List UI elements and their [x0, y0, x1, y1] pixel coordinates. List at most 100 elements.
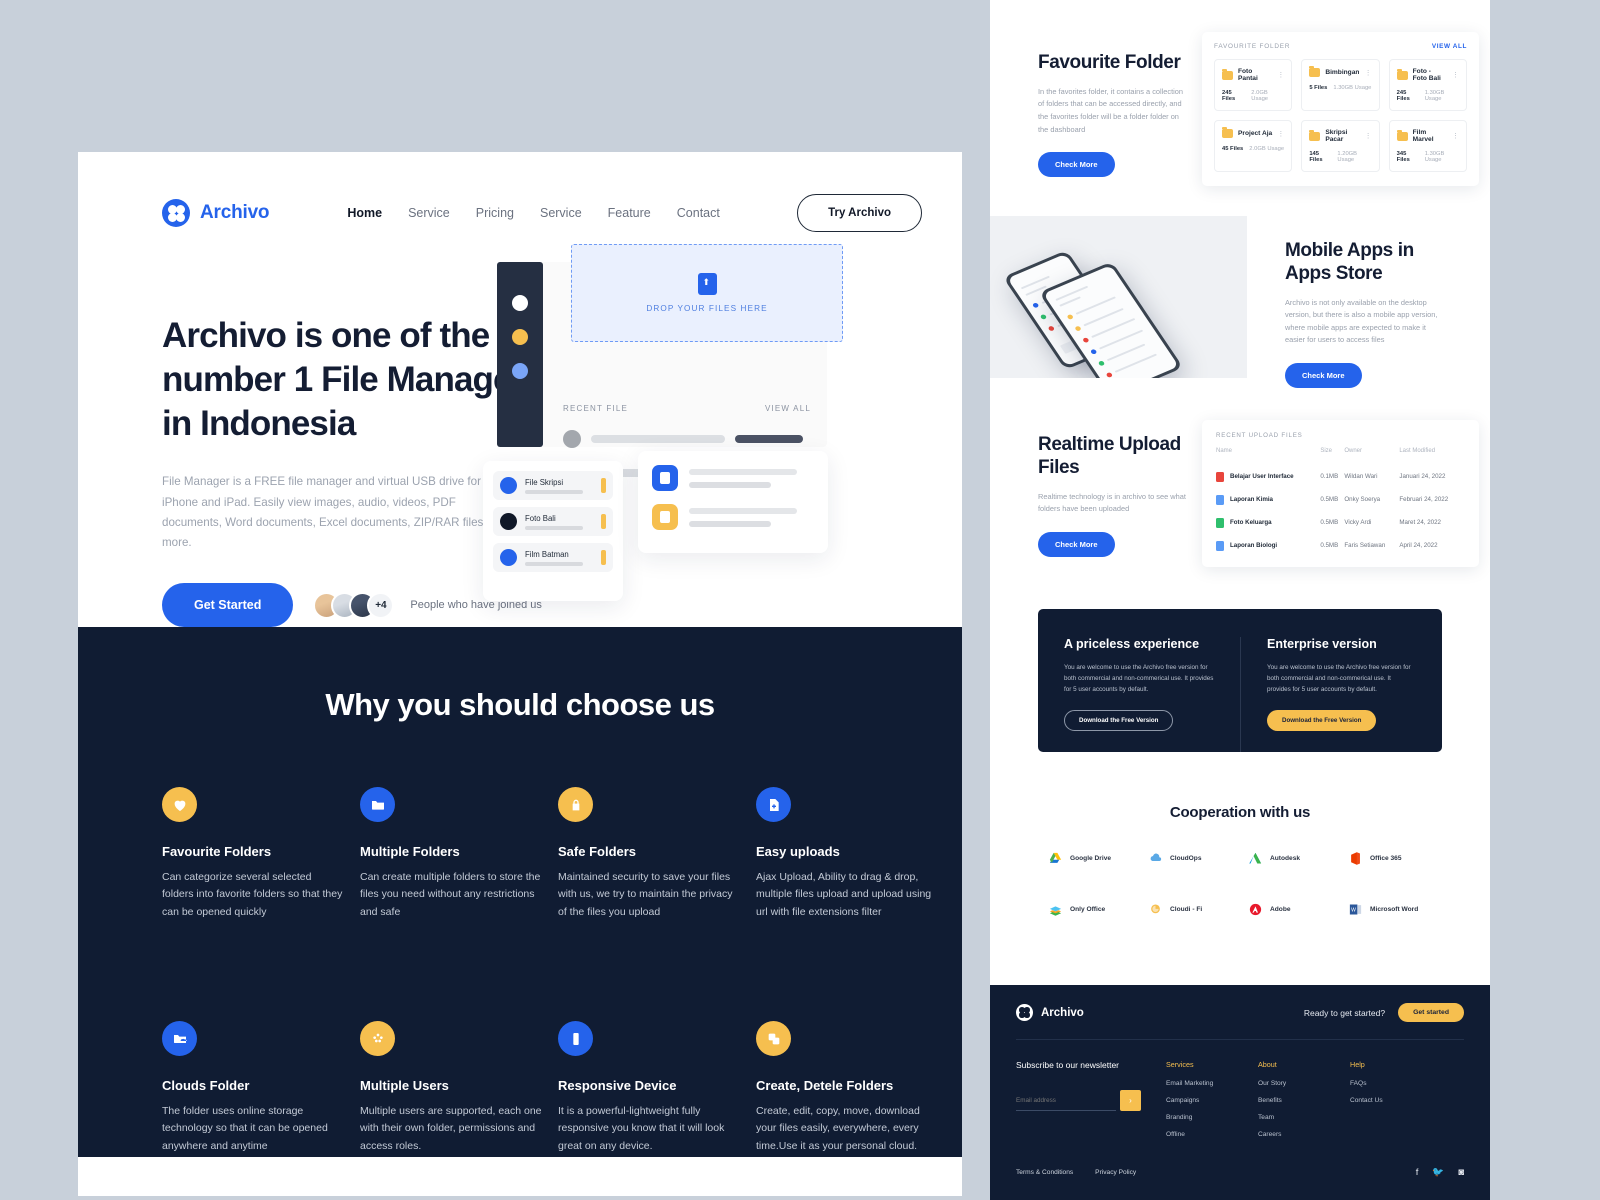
partner-name: Cloudi - Fi	[1170, 906, 1203, 913]
partner-autodesk[interactable]: Autodesk	[1240, 851, 1340, 866]
feature-card-create-delete-folders: Create, Detele Folders Create, edit, cop…	[756, 1021, 938, 1155]
recent-file-label: RECENT FILE	[563, 404, 629, 413]
more-options-icon[interactable]: ⋮	[1365, 132, 1372, 140]
nav-item-feature[interactable]: Feature	[608, 206, 651, 220]
footer-link[interactable]: Offline	[1166, 1131, 1258, 1138]
view-all-link[interactable]: VIEW ALL	[1432, 43, 1467, 50]
download-free-version-button[interactable]: Download the Free Version	[1064, 710, 1174, 732]
file-list-card: File Skripsi Foto Bali Film Batman	[483, 461, 623, 601]
email-field[interactable]	[1016, 1090, 1116, 1111]
nav-item-home[interactable]: Home	[347, 206, 382, 220]
feature-title: Favourite Folders	[162, 844, 272, 860]
newsletter-submit-button[interactable]: ›	[1120, 1089, 1141, 1111]
folder-card[interactable]: Skripsi Pacar ⋮ 145 Files 1.20GB Usage	[1301, 120, 1380, 172]
partner-cloudops[interactable]: CloudOps	[1140, 851, 1240, 866]
footer-link[interactable]: Benefits	[1258, 1097, 1350, 1104]
partner-adobe[interactable]: Adobe	[1240, 902, 1340, 917]
folder-card[interactable]: Film Marvel ⋮ 345 Files 1.30GB Usage	[1388, 120, 1467, 172]
hero-illustration: DROP YOUR FILES HERE RECENT FILE VIEW AL…	[483, 226, 883, 601]
more-options-icon[interactable]: ⋮	[1452, 71, 1459, 79]
folder-card[interactable]: Foto - Foto Bali ⋮ 245 Files 1.30GB Usag…	[1388, 59, 1467, 111]
check-more-button[interactable]: Check More	[1038, 531, 1115, 557]
feature-title: Multiple Users	[360, 1078, 449, 1094]
sidebar-dot-blue	[512, 363, 528, 379]
more-options-icon[interactable]: ⋮	[1277, 71, 1284, 79]
section-heading: Realtime Upload Files	[1038, 434, 1181, 478]
brand-logo[interactable]: Archivo	[162, 199, 270, 227]
partner-cloudi-fi[interactable]: Cloudi - Fi	[1140, 902, 1240, 917]
table-row[interactable]: Belajar User Interface 0.1MB Wildan Wari…	[1216, 465, 1465, 488]
footer-link[interactable]: Careers	[1258, 1131, 1350, 1138]
facebook-icon[interactable]: f	[1416, 1167, 1419, 1178]
privacy-link[interactable]: Privacy Policy	[1095, 1169, 1136, 1176]
folder-file-count: 145 Files	[1309, 151, 1323, 163]
more-options-icon[interactable]: ⋮	[1452, 132, 1459, 140]
check-more-button[interactable]: Check More	[1038, 152, 1115, 178]
table-row[interactable]: Foto Keluarga 0.5MB Vicky Ardi Maret 24,…	[1216, 511, 1465, 534]
list-item[interactable]: Foto Bali	[493, 507, 613, 536]
folder-card[interactable]: Project Aja ⋮ 45 Files 2.0GB Usage	[1214, 120, 1293, 172]
feature-description: Can categorize several selected folders …	[162, 871, 343, 918]
more-options-icon[interactable]: ⋮	[1365, 69, 1372, 77]
nav-item-pricing[interactable]: Pricing	[476, 206, 514, 220]
folder-icon	[1396, 68, 1408, 80]
terms-link[interactable]: Terms & Conditions	[1016, 1169, 1073, 1176]
file-type-icon	[1216, 471, 1224, 482]
folder-icon	[1309, 129, 1321, 141]
more-options-icon[interactable]: ⋮	[1277, 130, 1284, 138]
table-row[interactable]: Laporan Biologi 0.5MB Faris Setiawan Apr…	[1216, 534, 1465, 557]
download-free-version-button-enterprise[interactable]: Download the Free Version	[1267, 710, 1377, 732]
footer-link[interactable]: Contact Us	[1350, 1097, 1442, 1104]
footer-link[interactable]: Branding	[1166, 1114, 1258, 1121]
get-started-button[interactable]: Get Started	[162, 583, 294, 628]
document-icon	[652, 465, 678, 491]
partner-microsoft-word[interactable]: W Microsoft Word	[1340, 902, 1440, 917]
nav-item-service-1[interactable]: Service	[408, 206, 450, 220]
file-modified: April 24, 2022	[1399, 542, 1438, 549]
mobile-apps-section: Mobile Apps in Apps Store Archivo is not…	[990, 216, 1490, 388]
partner-office-365[interactable]: Office 365	[1340, 851, 1440, 866]
footer-link[interactable]: Campaigns	[1166, 1097, 1258, 1104]
folder-card[interactable]: Bimbingan ⋮ 5 Files 1.30GB Usage	[1301, 59, 1380, 111]
list-item[interactable]: File Skripsi	[493, 471, 613, 500]
partner-name: Adobe	[1270, 906, 1291, 913]
file-modified: Februari 24, 2022	[1399, 496, 1449, 503]
footer-link[interactable]: FAQs	[1350, 1080, 1442, 1087]
nav-item-contact[interactable]: Contact	[677, 206, 720, 220]
partner-only-office[interactable]: Only Office	[1040, 902, 1140, 917]
drop-zone[interactable]: DROP YOUR FILES HERE	[571, 244, 843, 342]
folder-usage: 2.0GB Usage	[1251, 90, 1269, 102]
folder-name: Project Aja	[1238, 130, 1273, 137]
nav-item-service-2[interactable]: Service	[540, 206, 582, 220]
list-item[interactable]: Film Batman	[493, 543, 613, 572]
footer-link[interactable]: Team	[1258, 1114, 1350, 1121]
list-item[interactable]	[652, 504, 814, 530]
instagram-icon[interactable]: ◙	[1458, 1167, 1464, 1178]
folder-card[interactable]: Foto Pantai ⋮ 245 Files 2.0GB Usage	[1214, 59, 1293, 111]
feature-card-multiple-folders: Multiple Folders Can create multiple fol…	[360, 787, 542, 921]
users-icon	[360, 1021, 395, 1057]
footer-column-services: Services Email Marketing Campaigns Brand…	[1166, 1060, 1258, 1148]
folder-usage: 1.20GB Usage	[1337, 151, 1358, 163]
partner-name: Google Drive	[1070, 855, 1112, 862]
section-paragraph: Archivo is not only available on the des…	[1285, 297, 1438, 345]
file-name: Film Batman	[525, 549, 569, 559]
footer-brand[interactable]: Archivo	[1016, 1004, 1084, 1021]
archivo-logo-icon	[1016, 1004, 1033, 1021]
recent-view-all-link[interactable]: VIEW ALL	[765, 404, 811, 413]
folder-name: Film Marvel	[1412, 129, 1434, 143]
partner-google-drive[interactable]: Google Drive	[1040, 851, 1140, 866]
newsletter-block: Subscribe to our newsletter ›	[1016, 1060, 1166, 1148]
list-item[interactable]	[652, 465, 814, 491]
footer-get-started-button[interactable]: Get started	[1398, 1003, 1464, 1022]
drop-zone-label: DROP YOUR FILES HERE	[646, 304, 768, 313]
table-row[interactable]: Laporan Kimia 0.5MB Onky Soerya Februari…	[1216, 488, 1465, 511]
check-more-button[interactable]: Check More	[1285, 362, 1362, 388]
section-paragraph: Realtime technology is in archivo to see…	[1038, 491, 1186, 514]
footer-link[interactable]: Our Story	[1258, 1080, 1350, 1087]
pricing-panel: A priceless experience You are welcome t…	[1038, 609, 1442, 752]
twitter-icon[interactable]: 🐦	[1432, 1167, 1444, 1178]
feature-grid-row-1: Favourite Folders Can categorize several…	[78, 725, 962, 921]
footer-link[interactable]: Email Marketing	[1166, 1080, 1258, 1087]
card-title: FAVOURITE FOLDER	[1214, 43, 1291, 50]
